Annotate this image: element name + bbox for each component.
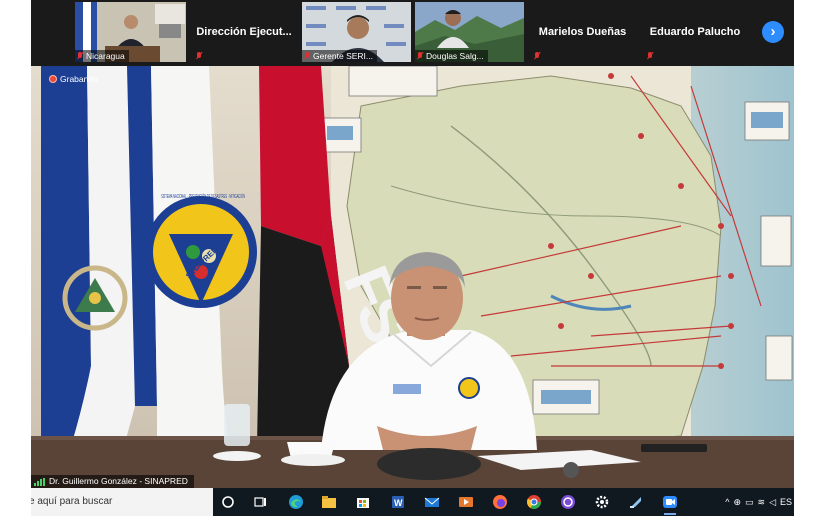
battery-icon[interactable]: ▭: [745, 497, 754, 508]
zoom-icon[interactable]: [661, 493, 679, 515]
participant-tile-gerente[interactable]: Gerente SERI...: [302, 2, 411, 62]
taskbar-search-box[interactable]: e aquí para buscar: [31, 488, 213, 516]
participant-name: Eduardo Palucho: [649, 26, 741, 38]
active-speaker-video: SINAPRED SISTEMA NACIONAL · PREVENCIÓN D…: [31, 66, 794, 488]
national-flag: [41, 66, 157, 456]
word-icon[interactable]: W: [389, 493, 407, 511]
recording-indicator: Grabando: [49, 74, 98, 84]
search-placeholder: e aquí para buscar: [31, 496, 113, 507]
participant-tile-nicaragua[interactable]: Nicaragua: [75, 2, 186, 62]
participant-tile-direccion[interactable]: Dirección Ejecut...: [190, 2, 298, 62]
mic-muted-icon: [647, 52, 653, 60]
circle-app-icon[interactable]: [559, 493, 577, 511]
network-icon[interactable]: ⊕: [733, 497, 741, 508]
mic-muted-icon: [196, 52, 202, 60]
firefox-icon[interactable]: [491, 493, 509, 511]
wifi-icon[interactable]: ≋: [758, 497, 766, 508]
mic-muted-icon: [304, 52, 310, 60]
active-speaker-name-tag: Dr. Guillermo González - SINAPRED: [31, 475, 194, 488]
mic-muted-icon: [77, 52, 83, 60]
microsoft-store-icon[interactable]: [354, 493, 372, 511]
volume-icon[interactable]: ◁: [769, 497, 776, 508]
participant-name-caption: Gerente SERI...: [302, 50, 377, 62]
file-explorer-icon[interactable]: [320, 493, 338, 511]
next-page-button[interactable]: ›: [762, 21, 784, 43]
mic-muted-icon: [417, 52, 423, 60]
mail-icon[interactable]: [423, 493, 441, 511]
participant-tile-marielos[interactable]: Marielos Dueñas: [528, 2, 637, 62]
mic-muted-icon: [534, 52, 540, 60]
start-circle-icon[interactable]: [219, 493, 237, 511]
recording-label: Grabando: [60, 74, 98, 84]
settings-icon[interactable]: [593, 493, 611, 511]
record-dot-icon: [49, 75, 57, 83]
system-tray: ^ ⊕ ▭ ≋ ◁ ES: [725, 488, 794, 516]
chevron-right-icon: ›: [770, 23, 776, 40]
input-language[interactable]: ES: [780, 497, 792, 507]
video-scene: SINAPRED SISTEMA NACIONAL · PREVENCIÓN D…: [31, 66, 794, 488]
participant-tile-eduardo[interactable]: Eduardo Palucho: [641, 2, 749, 62]
media-player-icon[interactable]: [457, 493, 475, 511]
chrome-icon[interactable]: [525, 493, 543, 511]
svg-text:W: W: [394, 498, 403, 508]
edge-browser-icon[interactable]: [287, 493, 305, 511]
chevron-up-icon[interactable]: ^: [725, 497, 729, 507]
participant-name: Marielos Dueñas: [538, 26, 627, 38]
participant-name-caption: Nicaragua: [75, 50, 129, 62]
participant-strip: Nicaragua Dirección Ejecut... Gerente SE…: [31, 0, 794, 64]
windows-taskbar: e aquí para buscar W ^ ⊕ ▭ ≋ ◁ ES: [31, 488, 794, 516]
participant-name: Dirección Ejecut...: [196, 26, 292, 38]
zoom-meeting-window: Nicaragua Dirección Ejecut... Gerente SE…: [31, 0, 794, 516]
emblem-ring-text: SISTEMA NACIONAL · PREVENCIÓN DE DESASTR…: [161, 193, 245, 200]
notes-icon[interactable]: [627, 493, 645, 511]
task-view-icon[interactable]: [251, 493, 269, 511]
participant-name-caption: Douglas Salg...: [415, 50, 488, 62]
active-speaker-name: Dr. Guillermo González - SINAPRED: [49, 476, 188, 486]
audio-level-icon: [34, 477, 45, 486]
participant-tile-douglas[interactable]: Douglas Salg...: [415, 2, 524, 62]
